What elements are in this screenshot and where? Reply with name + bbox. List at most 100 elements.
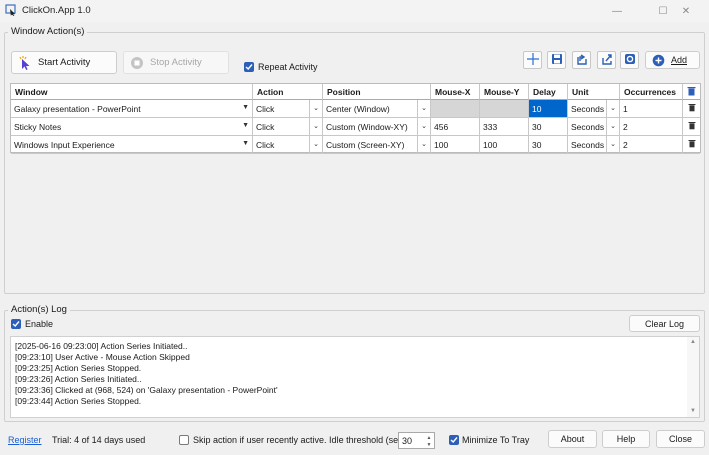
import-icon [576, 53, 588, 67]
stop-activity-button[interactable]: Stop Activity [123, 51, 229, 74]
row-1-unit[interactable]: Seconds ⌄ [568, 118, 620, 136]
row-1-action-value: Click [256, 122, 275, 132]
settings-button[interactable] [620, 51, 639, 69]
log-line: [2025-06-16 09:23:00] Action Series Init… [15, 341, 188, 351]
row-1-window-value: Sticky Notes [14, 122, 62, 132]
column-header-window[interactable]: Window [11, 84, 253, 100]
log-scrollbar[interactable]: ▲ ▼ [687, 337, 699, 417]
chevron-down-icon: ⌄ [313, 123, 319, 130]
row-1-mouse-y[interactable]: 333 [480, 118, 529, 136]
row-0-window[interactable]: Galaxy presentation - PowerPoint ▼ [11, 100, 253, 118]
column-header-unit[interactable]: Unit [568, 84, 620, 100]
row-0-window-value: Galaxy presentation - PowerPoint [14, 104, 141, 114]
row-1-delay[interactable]: 30 [529, 118, 568, 136]
column-header-mouse-x[interactable]: Mouse-X [431, 84, 480, 100]
chevron-down-icon: ⌄ [313, 141, 319, 148]
chevron-down-icon: ⌄ [610, 141, 616, 148]
row-2-action[interactable]: Click ⌄ [253, 136, 323, 154]
row-0-position-value: Center (Window) [326, 104, 390, 114]
enable-log-label: Enable [25, 319, 54, 329]
row-1-action[interactable]: Click ⌄ [253, 118, 323, 136]
row-2-delay[interactable]: 30 [529, 136, 568, 154]
add-label: Add [671, 55, 688, 65]
row-2-window-value: Windows Input Experience [14, 140, 115, 150]
minimize-to-tray-label: Minimize To Tray [462, 435, 530, 445]
row-0-unit[interactable]: Seconds ⌄ [568, 100, 620, 118]
idle-threshold-input[interactable]: 30 ▲ ▼ [398, 432, 435, 449]
idle-threshold-value: 30 [402, 436, 413, 446]
register-link[interactable]: Register [8, 435, 42, 445]
chevron-down-icon: ⌄ [610, 123, 616, 130]
row-0-unit-value: Seconds [571, 104, 605, 114]
trash-header-icon [687, 87, 696, 98]
row-0-position[interactable]: Center (Window) ⌄ [323, 100, 431, 118]
row-0-delay[interactable]: 10 [529, 100, 568, 118]
repeat-activity-checkbox[interactable] [244, 62, 254, 72]
skip-if-active-checkbox[interactable] [179, 435, 189, 445]
row-0-delete-button[interactable] [683, 100, 700, 118]
row-2-mouse-x[interactable]: 100 [431, 136, 480, 154]
row-0-occurrences[interactable]: 1 [620, 100, 683, 118]
log-line: [09:23:44] Action Series Stopped. [15, 396, 142, 406]
actions-grid: Window Action Position Mouse-X Mouse-Y D… [10, 83, 701, 154]
trash-icon [688, 103, 696, 114]
column-header-delay[interactable]: Delay [529, 84, 568, 100]
spin-down-icon[interactable]: ▼ [425, 441, 433, 448]
log-textbox[interactable]: [2025-06-16 09:23:00] Action Series Init… [10, 336, 700, 418]
start-activity-button[interactable]: Start Activity [11, 51, 117, 74]
log-line: [09:23:36] Clicked at (968, 524) on 'Gal… [15, 385, 278, 395]
row-2-unit[interactable]: Seconds ⌄ [568, 136, 620, 154]
repeat-activity-label: Repeat Activity [258, 62, 318, 72]
minimize-button[interactable]: — [594, 0, 640, 22]
minimize-to-tray-checkbox[interactable] [449, 435, 459, 445]
import-button[interactable] [572, 51, 591, 69]
title-bar: ClickOn.App 1.0 — ☐ ✕ [0, 0, 709, 22]
row-2-position[interactable]: Custom (Screen-XY) ⌄ [323, 136, 431, 154]
row-1-position[interactable]: Custom (Window-XY) ⌄ [323, 118, 431, 136]
scroll-down-icon[interactable]: ▼ [690, 408, 696, 414]
row-1-occurrences[interactable]: 2 [620, 118, 683, 136]
trash-icon [688, 139, 696, 150]
row-2-action-value: Click [256, 140, 275, 150]
column-header-mouse-y[interactable]: Mouse-Y [480, 84, 529, 100]
spin-up-icon[interactable]: ▲ [425, 434, 433, 441]
column-header-delete[interactable] [683, 84, 700, 100]
add-button[interactable]: Add [645, 51, 700, 69]
add-icon [652, 54, 665, 67]
close-button[interactable]: Close [656, 430, 705, 448]
chevron-down-icon: ⌄ [610, 105, 616, 112]
chevron-down-icon: ⌄ [421, 123, 427, 130]
chevron-down-icon: ⌄ [421, 141, 427, 148]
row-2-delete-button[interactable] [683, 136, 700, 154]
export-button[interactable] [597, 51, 616, 69]
save-button[interactable] [547, 51, 566, 69]
row-0-action[interactable]: Click ⌄ [253, 100, 323, 118]
column-header-position[interactable]: Position [323, 84, 431, 100]
about-button[interactable]: About [548, 430, 597, 448]
row-2-window[interactable]: Windows Input Experience ▼ [11, 136, 253, 154]
settings-icon [624, 53, 636, 67]
row-0-action-value: Click [256, 104, 275, 114]
column-header-occurrences[interactable]: Occurrences [620, 84, 683, 100]
enable-log-checkbox[interactable] [11, 319, 21, 329]
row-0-mouse-x [431, 100, 480, 118]
column-header-action[interactable]: Action [253, 84, 323, 100]
close-window-button[interactable]: ✕ [663, 0, 709, 22]
clear-log-button[interactable]: Clear Log [629, 315, 700, 332]
row-1-window[interactable]: Sticky Notes ▼ [11, 118, 253, 136]
row-1-position-value: Custom (Window-XY) [326, 122, 408, 132]
row-2-mouse-y[interactable]: 100 [480, 136, 529, 154]
crosshair-button[interactable] [523, 51, 542, 69]
row-2-occurrences[interactable]: 2 [620, 136, 683, 154]
scroll-up-icon[interactable]: ▲ [690, 339, 696, 345]
stop-activity-label: Stop Activity [150, 57, 202, 68]
window-actions-label: Window Action(s) [8, 26, 88, 37]
help-button[interactable]: Help [602, 430, 650, 448]
skip-if-active-label: Skip action if user recently active. Idl… [193, 435, 411, 445]
dropdown-arrow-icon: ▼ [242, 140, 249, 147]
row-1-mouse-x[interactable]: 456 [431, 118, 480, 136]
save-icon [551, 53, 563, 67]
row-1-unit-value: Seconds [571, 122, 605, 132]
trial-status: Trial: 4 of 14 days used [52, 435, 146, 445]
row-1-delete-button[interactable] [683, 118, 700, 136]
